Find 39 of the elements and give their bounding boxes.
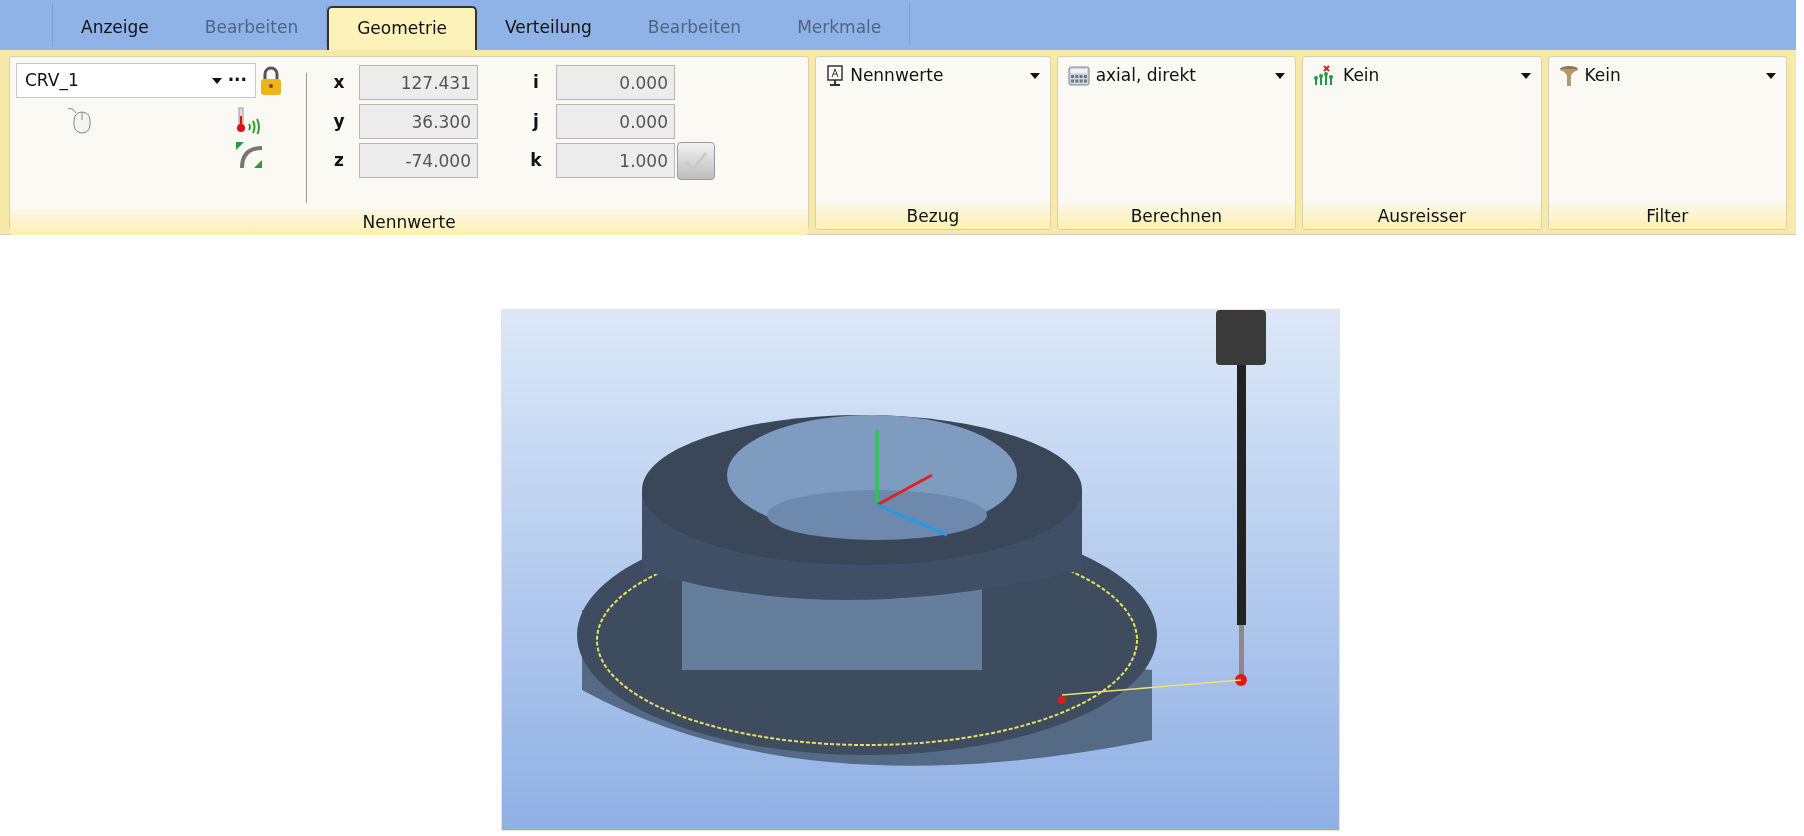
axis-label: j xyxy=(531,109,540,133)
axis-label: z xyxy=(333,148,345,172)
group-title: Filter xyxy=(1548,203,1786,229)
caret-icon xyxy=(1766,72,1776,79)
element-name: CRV_1 xyxy=(25,68,80,93)
coordinate-field[interactable]: 1.000 xyxy=(556,143,675,178)
ribbon-tab[interactable]: Anzeige xyxy=(53,6,177,50)
group-title: Berechnen xyxy=(1057,203,1296,229)
dropdown-button[interactable]: Nennwerte xyxy=(822,63,1044,89)
caret-icon xyxy=(1275,72,1286,79)
element-combo[interactable]: CRV_1 ··· xyxy=(16,63,256,98)
dropdown-button[interactable]: axial, direkt xyxy=(1063,63,1290,89)
caret-icon xyxy=(211,77,222,84)
mouse-icon[interactable] xyxy=(66,106,92,134)
axis-label: x xyxy=(332,70,346,94)
coordinate-field[interactable]: 36.300 xyxy=(359,104,478,139)
apply-button[interactable] xyxy=(677,141,715,180)
coordinate-field[interactable]: 127.431 xyxy=(359,65,478,100)
axis-label: y xyxy=(332,109,346,133)
group-title: Ausreisser xyxy=(1303,203,1541,229)
ribbon-tab[interactable]: Geometrie xyxy=(327,6,478,50)
axis-label: k xyxy=(529,148,543,172)
more-button[interactable]: ··· xyxy=(227,67,247,94)
group-title: Nennwerte xyxy=(10,209,809,235)
coordinate-field[interactable]: 0.000 xyxy=(556,104,675,139)
axis-label: i xyxy=(532,70,540,94)
caret-icon xyxy=(1520,72,1531,79)
ribbon-tab[interactable]: Verteilung xyxy=(477,6,620,50)
group-title: Bezug xyxy=(816,203,1050,229)
calculator-icon xyxy=(1067,64,1090,87)
display-stand-icon xyxy=(826,64,845,87)
coordinate-field[interactable]: 0.000 xyxy=(556,65,675,100)
arc-arrows-icon[interactable] xyxy=(234,140,264,170)
coordinate-field[interactable]: -74.000 xyxy=(359,143,478,178)
dropdown-button[interactable]: Kein xyxy=(1554,63,1780,89)
padlock-icon[interactable] xyxy=(260,65,282,96)
caret-icon xyxy=(1029,72,1040,79)
funnel-icon xyxy=(1558,64,1579,87)
dropdown-button[interactable]: Kein xyxy=(1309,63,1535,89)
